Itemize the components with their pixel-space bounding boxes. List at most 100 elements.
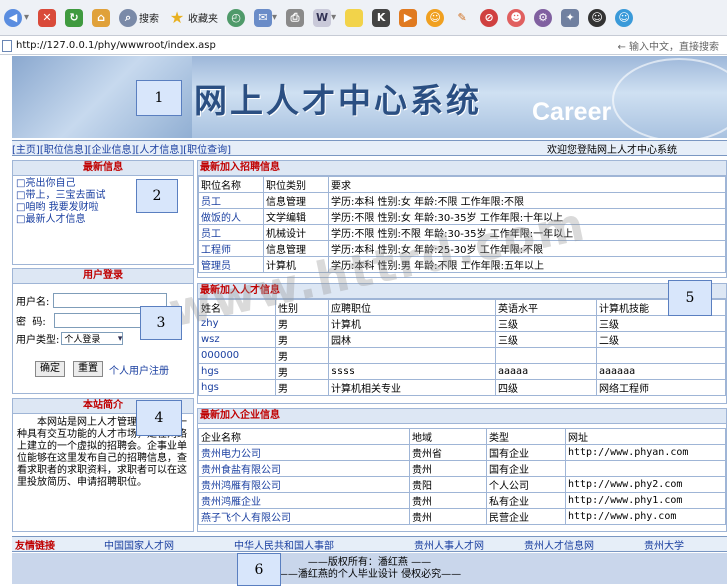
job-name-link[interactable]: 工程师 <box>198 240 264 257</box>
favorites-button[interactable]: ★ 收藏夹 <box>166 6 220 30</box>
refresh-button[interactable]: ↻ <box>63 6 85 30</box>
table-cell: 男 <box>275 363 329 380</box>
company-name-link[interactable]: 贵州食盐有限公司 <box>198 460 410 477</box>
dropdown-icon: ▾ <box>24 12 30 23</box>
back-button[interactable]: ◀ ▾ <box>2 6 31 30</box>
job-name-link[interactable]: 做饭的人 <box>198 208 264 225</box>
table-row: 贵州鸿雁有限公司 贵阳 个人公司 http://www.phy2.com <box>198 476 726 493</box>
search-icon: ⌕ <box>119 8 138 27</box>
nav-home[interactable]: [主页] <box>12 141 40 156</box>
print-icon: ⎙ <box>286 8 305 27</box>
company-url[interactable]: http://www.phy.com <box>565 508 726 525</box>
edit-button[interactable]: W ▾ <box>311 6 338 30</box>
tool-button[interactable]: ✎ <box>451 6 473 30</box>
chat-button[interactable]: ☺ <box>613 6 635 30</box>
job-name-link[interactable]: 员工 <box>198 224 264 241</box>
face-icon: ☻ <box>507 8 526 27</box>
note-button[interactable] <box>343 6 365 30</box>
gear-button[interactable]: ⚙ <box>532 6 554 30</box>
address-bar[interactable]: http://127.0.0.1/phy/wwwroot/index.asp ←… <box>0 37 727 55</box>
job-name-link[interactable]: 员工 <box>198 192 264 209</box>
user-button[interactable]: ☺ <box>586 6 608 30</box>
banner-decoration <box>612 58 727 138</box>
table-cell: 贵阳 <box>409 476 487 493</box>
talents-title: 最新加入人才信息 <box>198 284 726 299</box>
table-header: 要求 <box>328 176 726 193</box>
note-icon <box>345 8 364 27</box>
password-label: 密 码: <box>16 317 46 328</box>
news-item[interactable]: □最新人才信息 <box>16 214 193 226</box>
talent-name-link[interactable]: zhy <box>198 315 276 332</box>
table-cell <box>596 347 726 364</box>
face-button[interactable]: ☻ <box>505 6 527 30</box>
k-button[interactable]: K <box>370 6 392 30</box>
history-icon: ◴ <box>227 8 246 27</box>
table-cell: 男 <box>275 347 329 364</box>
talent-name-link[interactable]: 000000 <box>198 347 276 364</box>
table-cell: 男 <box>275 331 329 348</box>
talent-name-link[interactable]: hgs <box>198 379 276 396</box>
word-icon: W <box>313 8 332 27</box>
stop-icon: ✕ <box>38 8 57 27</box>
table-cell: 学历:不限 性别:女 年龄:30-35岁 工作年限:十年以上 <box>328 208 726 225</box>
friend-link[interactable]: 贵州大学 <box>644 537 684 552</box>
friend-link[interactable]: 贵州人才信息网 <box>524 537 594 552</box>
friend-link[interactable]: 中华人民共和国人事部 <box>234 537 334 552</box>
nav-job-search[interactable]: [职位查询] <box>183 141 231 156</box>
media-button[interactable]: ▶ <box>397 6 419 30</box>
home-button[interactable]: ⌂ <box>90 6 112 30</box>
friend-link[interactable]: 中国国家人才网 <box>104 537 174 552</box>
jobs-table: 职位名称 职位类别 要求 员工 信息管理 学历:本科 性别:女 年龄:不限 工作年限… <box>198 176 726 273</box>
company-name-link[interactable]: 贵州鸿雁有限公司 <box>198 476 410 493</box>
table-header: 地域 <box>409 428 487 445</box>
table-cell: 私有企业 <box>486 492 566 509</box>
table-row: 000000 男 <box>198 347 726 364</box>
table-cell: aaaaa <box>495 363 597 380</box>
user-type-select[interactable]: 个人登录 ▾ <box>61 332 124 345</box>
back-arrow-icon: ◀ <box>4 8 22 27</box>
talent-name-link[interactable]: hgs <box>198 363 276 380</box>
address-input[interactable]: http://127.0.0.1/phy/wwwroot/index.asp <box>16 40 216 51</box>
history-button[interactable]: ◴ <box>225 6 247 30</box>
talents-table: 姓名 性别 应聘职位 英语水平 计算机技能 zhy 男计算机 三级 三级 wsz 男园林… <box>198 299 726 396</box>
table-cell: 计算机 <box>328 315 496 332</box>
table-cell <box>328 347 496 364</box>
reset-button[interactable]: 重置 <box>73 361 103 377</box>
talent-name-link[interactable]: wsz <box>198 331 276 348</box>
k-icon: K <box>372 8 391 27</box>
career-text: Career <box>532 98 612 126</box>
table-header-row: 姓名 性别 应聘职位 英语水平 计算机技能 <box>198 299 726 316</box>
company-name-link[interactable]: 贵州电力公司 <box>198 444 410 461</box>
block-icon: ⊘ <box>480 8 499 27</box>
annotation-6: 6 <box>237 553 281 586</box>
nav-jobs[interactable]: [职位信息] <box>40 141 88 156</box>
table-cell: aaaaaa <box>596 363 726 380</box>
copyright-text: ——版权所有：潘红燕 —— <box>307 557 432 568</box>
companies-title: 最新加入企业信息 <box>198 409 726 424</box>
company-name-link[interactable]: 贵州鸿雁企业 <box>198 492 410 509</box>
table-cell: 三级 <box>495 315 597 332</box>
company-url[interactable]: http://www.phy1.com <box>565 492 726 509</box>
tools-button[interactable]: ✦ <box>559 6 581 30</box>
confirm-button[interactable]: 确定 <box>35 361 65 377</box>
footer-note: ——潘红燕的个人毕业设计 侵权必究—— <box>277 569 462 580</box>
register-link[interactable]: 个人用户注册 <box>109 362 169 377</box>
company-name-link[interactable]: 燕子飞个人有限公司 <box>198 508 410 525</box>
browser-toolbar: ◀ ▾ ✕ ↻ ⌂ ⌕ 搜索 ★ 收藏夹 ◴ ✉ ▾ ⎙ W ▾ K ▶ ☺ ✎ ⊘ ☻ … <box>0 0 727 36</box>
print-button[interactable]: ⎙ <box>284 6 306 30</box>
star-icon: ★ <box>169 8 185 27</box>
table-row: 做饭的人 文学编辑 学历:不限 性别:女 年龄:30-35岁 工作年限:十年以上 <box>198 208 726 225</box>
mail-button[interactable]: ✉ ▾ <box>252 6 279 30</box>
block-button[interactable]: ⊘ <box>478 6 500 30</box>
job-name-link[interactable]: 管理员 <box>198 256 264 273</box>
messenger-button[interactable]: ☺ <box>424 6 446 30</box>
company-url[interactable]: http://www.phyan.com <box>565 444 726 461</box>
company-url[interactable]: http://www.phy2.com <box>565 476 726 493</box>
nav-talents[interactable]: [人才信息] <box>135 141 183 156</box>
friend-link[interactable]: 贵州人事人才网 <box>414 537 484 552</box>
stop-button[interactable]: ✕ <box>36 6 58 30</box>
company-url[interactable] <box>565 460 726 477</box>
nav-companies[interactable]: [企业信息] <box>88 141 136 156</box>
search-button[interactable]: ⌕ 搜索 <box>117 6 161 30</box>
login-actions: 确定 重置 个人用户注册 <box>35 361 169 377</box>
